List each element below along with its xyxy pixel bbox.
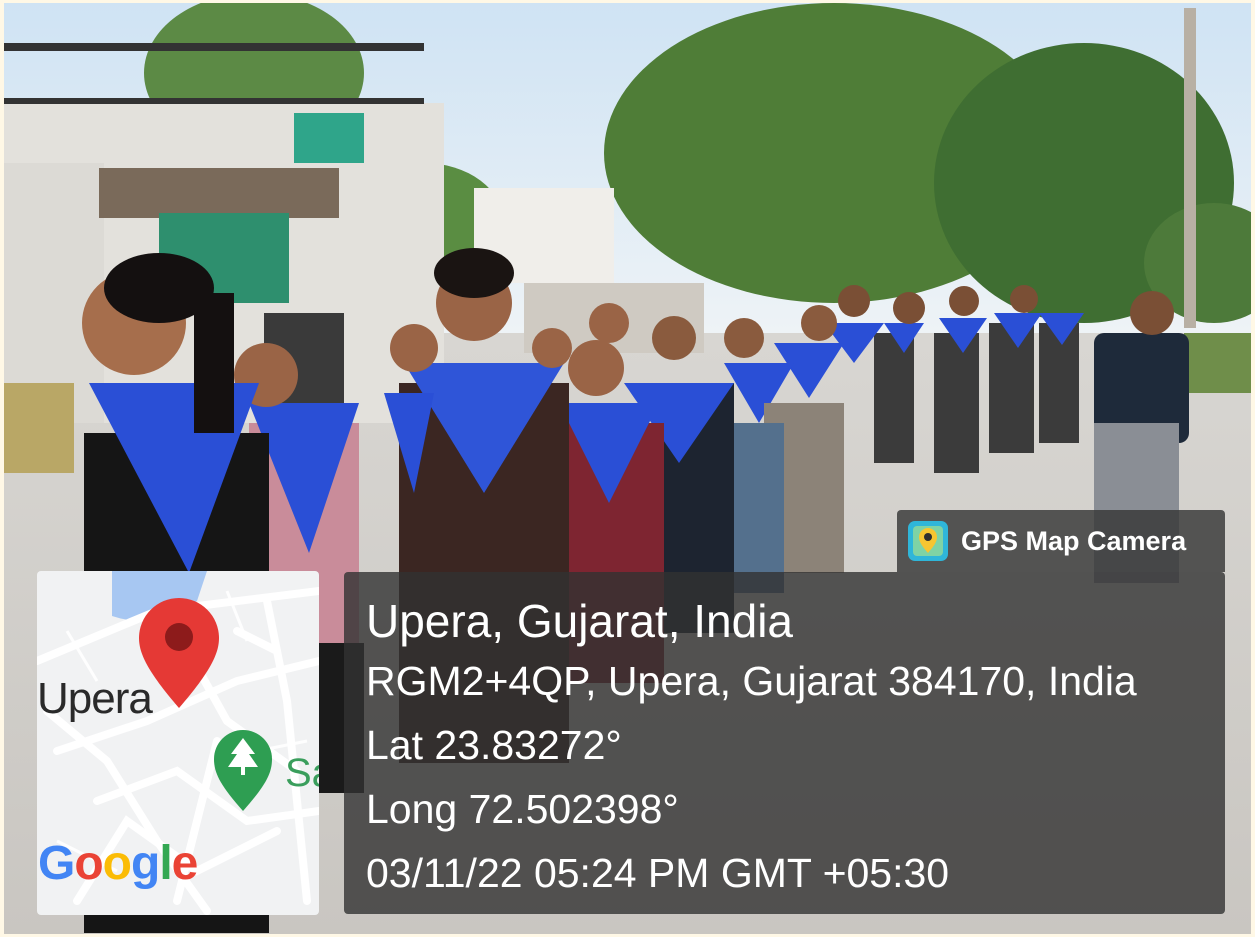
location-city: Upera, Gujarat, India xyxy=(366,595,794,647)
google-logo: Google xyxy=(38,837,198,890)
map-secondary-label: Sa xyxy=(285,751,319,795)
latitude: Lat 23.83272° xyxy=(366,722,622,768)
gps-map-camera-icon xyxy=(908,521,948,561)
map-thumbnail: Upera Sa Google xyxy=(37,571,319,915)
photo-frame: Upera Sa Google GPS Map Camera Upera, Gu… xyxy=(4,3,1251,934)
timestamp: 03/11/22 05:24 PM GMT +05:30 xyxy=(366,850,950,896)
gps-app-label: GPS Map Camera xyxy=(961,526,1187,556)
gps-app-badge: GPS Map Camera xyxy=(897,510,1225,572)
utility-pole xyxy=(1184,8,1196,328)
location-address: RGM2+4QP, Upera, Gujarat 384170, India xyxy=(366,658,1137,704)
map-place-label: Upera xyxy=(37,674,153,723)
location-info-panel: Upera, Gujarat, India RGM2+4QP, Upera, G… xyxy=(344,572,1225,914)
longitude: Long 72.502398° xyxy=(366,786,679,832)
